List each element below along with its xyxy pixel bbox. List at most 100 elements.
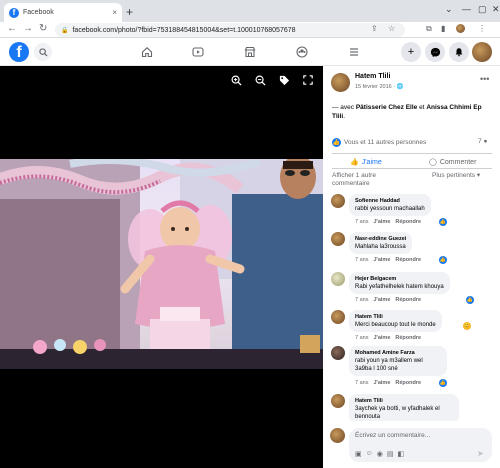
view-more-comments-link[interactable]: Afficher 1 autre commentaire <box>332 172 392 188</box>
commenter-avatar[interactable] <box>331 194 345 208</box>
comment-time[interactable]: 7 ans <box>355 257 368 263</box>
forward-icon[interactable]: → <box>23 23 33 34</box>
maximize-icon[interactable]: ▢ <box>478 4 487 15</box>
menu-icon[interactable] <box>346 44 362 60</box>
account-avatar[interactable] <box>472 42 492 62</box>
tab-close-icon[interactable]: × <box>112 8 117 17</box>
reactions-summary[interactable]: 👍 Vous et 11 autres personnes <box>332 138 426 147</box>
comment-text: 3aychek ya botti, w yfadhalek el bennout… <box>355 406 440 420</box>
profile-avatar-icon[interactable] <box>456 24 465 35</box>
comment-bubble: Nasr-eddine Guezei Mahlaha la3roussa <box>349 232 413 254</box>
back-icon[interactable]: ← <box>7 23 17 34</box>
home-icon[interactable] <box>139 44 155 60</box>
reactions-text: Vous et 11 autres personnes <box>344 139 427 146</box>
comment-author[interactable]: Hatem Tlili <box>355 397 453 405</box>
video-icon[interactable] <box>190 44 206 60</box>
commenter-avatar[interactable] <box>331 310 345 324</box>
comment-like-badge-icon: 👍 <box>439 379 447 387</box>
comment-input[interactable]: Écrivez un commentaire... ▣ ☺ ◉ ▤ ◧ ➤ <box>349 428 492 462</box>
tagged-page-link[interactable]: Pâtisserie Chez Elle <box>356 104 417 111</box>
comment-like-badge-icon: 👍 <box>439 256 447 264</box>
comment-like-badge-icon: 👍 <box>466 296 474 304</box>
comment-like-link[interactable]: J'aime <box>373 380 390 386</box>
comment-count[interactable]: 7 ● <box>478 138 487 145</box>
comment-text: rabi youn ya m3allem wel 3a9ba l 100 sné <box>355 358 423 372</box>
send-icon[interactable]: ➤ <box>477 449 484 458</box>
browser-tab[interactable]: f Facebook × <box>4 3 122 22</box>
comment-author[interactable]: Hatem Tlili <box>355 313 436 321</box>
comment-reply-link[interactable]: Répondre <box>395 297 421 303</box>
address-bar[interactable]: 🔒 facebook.com/photo/?fbid=7531884548150… <box>55 23 405 37</box>
post-date[interactable]: 15 février 2016 · 🌐 <box>355 84 403 90</box>
facebook-header: f + <box>0 38 500 66</box>
comment-like-link[interactable]: J'aime <box>373 257 390 263</box>
bell-icon[interactable] <box>449 42 469 62</box>
sidebar-icon[interactable]: ▮ <box>441 24 445 33</box>
comment-time[interactable]: 7 ans <box>355 297 368 303</box>
author-avatar[interactable] <box>331 73 350 92</box>
comment-reply-link[interactable]: Répondre <box>395 335 421 341</box>
comment-like-link[interactable]: J'aime <box>373 297 390 303</box>
commenter-avatar[interactable] <box>331 232 345 246</box>
post-author[interactable]: Hatem Tlili <box>355 73 390 80</box>
comment-bubble-icon: ● <box>483 138 488 145</box>
comment-text: Rabi yefathelhelek hatem khouya <box>355 284 444 290</box>
chevron-down-icon[interactable]: ⌄ <box>445 4 453 15</box>
commenter-avatar[interactable] <box>331 346 345 360</box>
extensions-icon[interactable]: ⧉ <box>426 24 432 34</box>
zoom-in-icon[interactable] <box>231 75 242 89</box>
comment-text: Merci beaucoup tout le monde <box>355 322 436 328</box>
like-button[interactable]: 👍 J'aime <box>350 158 382 167</box>
action-row: 👍 J'aime ◯ Commenter <box>332 153 492 169</box>
lock-icon: 🔒 <box>61 27 69 34</box>
marketplace-icon[interactable] <box>242 44 258 60</box>
camera-icon[interactable]: ◉ <box>377 450 383 458</box>
reload-icon[interactable]: ↻ <box>39 23 47 34</box>
comment-like-link[interactable]: J'aime <box>373 219 390 225</box>
like-button-label: J'aime <box>361 158 382 166</box>
minimize-icon[interactable]: — <box>462 4 471 14</box>
comment-button[interactable]: ◯ Commenter <box>429 158 477 167</box>
plus-icon[interactable]: + <box>401 42 421 62</box>
comment-author[interactable]: Mohamed Amine Farza <box>355 349 441 357</box>
window-close-icon[interactable]: ✕ <box>492 4 500 15</box>
comment-time[interactable]: 7 ans <box>355 219 368 225</box>
comment-author[interactable]: Sofienne Haddad <box>355 197 425 205</box>
zoom-out-icon[interactable] <box>255 75 266 89</box>
comment-time[interactable]: 7 ans <box>355 380 368 386</box>
browser-menu-icon[interactable]: ⋮ <box>478 24 486 33</box>
public-globe-icon: 🌐 <box>396 84 404 90</box>
comment-author[interactable]: Nasr-eddine Guezei <box>355 235 406 243</box>
comment-button-label: Commenter <box>439 158 477 166</box>
tag-icon[interactable] <box>279 75 290 89</box>
comment-time[interactable]: 7 ans <box>355 335 368 341</box>
thumbs-up-icon: 👍 <box>350 159 359 166</box>
comment-reply-link[interactable]: Répondre <box>395 219 421 225</box>
comment-count-number: 7 <box>478 138 482 145</box>
comment-like-link[interactable]: J'aime <box>373 335 390 341</box>
fullscreen-icon[interactable] <box>303 75 313 88</box>
groups-icon[interactable] <box>294 44 310 60</box>
share-icon[interactable]: ⇪ <box>371 24 378 33</box>
commenter-avatar[interactable] <box>331 394 345 408</box>
emoji-icon[interactable]: ☺ <box>366 450 373 458</box>
sticker-icon[interactable]: ◧ <box>398 450 405 458</box>
comment-author[interactable]: Hejer Belgacem <box>355 275 444 283</box>
comment-reply-link[interactable]: Répondre <box>395 380 421 386</box>
messenger-icon[interactable] <box>425 42 445 62</box>
facebook-logo-icon[interactable]: f <box>9 42 29 62</box>
commenter-avatar[interactable] <box>331 272 345 286</box>
bookmark-star-icon[interactable]: ☆ <box>388 24 395 33</box>
comment-icon: ◯ <box>429 159 437 166</box>
new-tab-button[interactable]: + <box>126 5 133 19</box>
comment-reply-link[interactable]: Répondre <box>395 257 421 263</box>
avatar-sticker-icon[interactable]: ▣ <box>355 450 362 458</box>
my-avatar[interactable] <box>330 428 345 443</box>
more-options-icon[interactable]: ••• <box>480 74 489 84</box>
search-icon[interactable] <box>34 43 52 61</box>
gif-icon[interactable]: ▤ <box>387 450 394 458</box>
sort-comments-dropdown[interactable]: Plus pertinents ▾ <box>432 172 492 180</box>
caption-prefix: — avec <box>332 104 356 111</box>
comment-bubble: Hatem Tlili Merci beaucoup tout le monde <box>349 310 442 332</box>
photo-viewer <box>0 66 323 468</box>
